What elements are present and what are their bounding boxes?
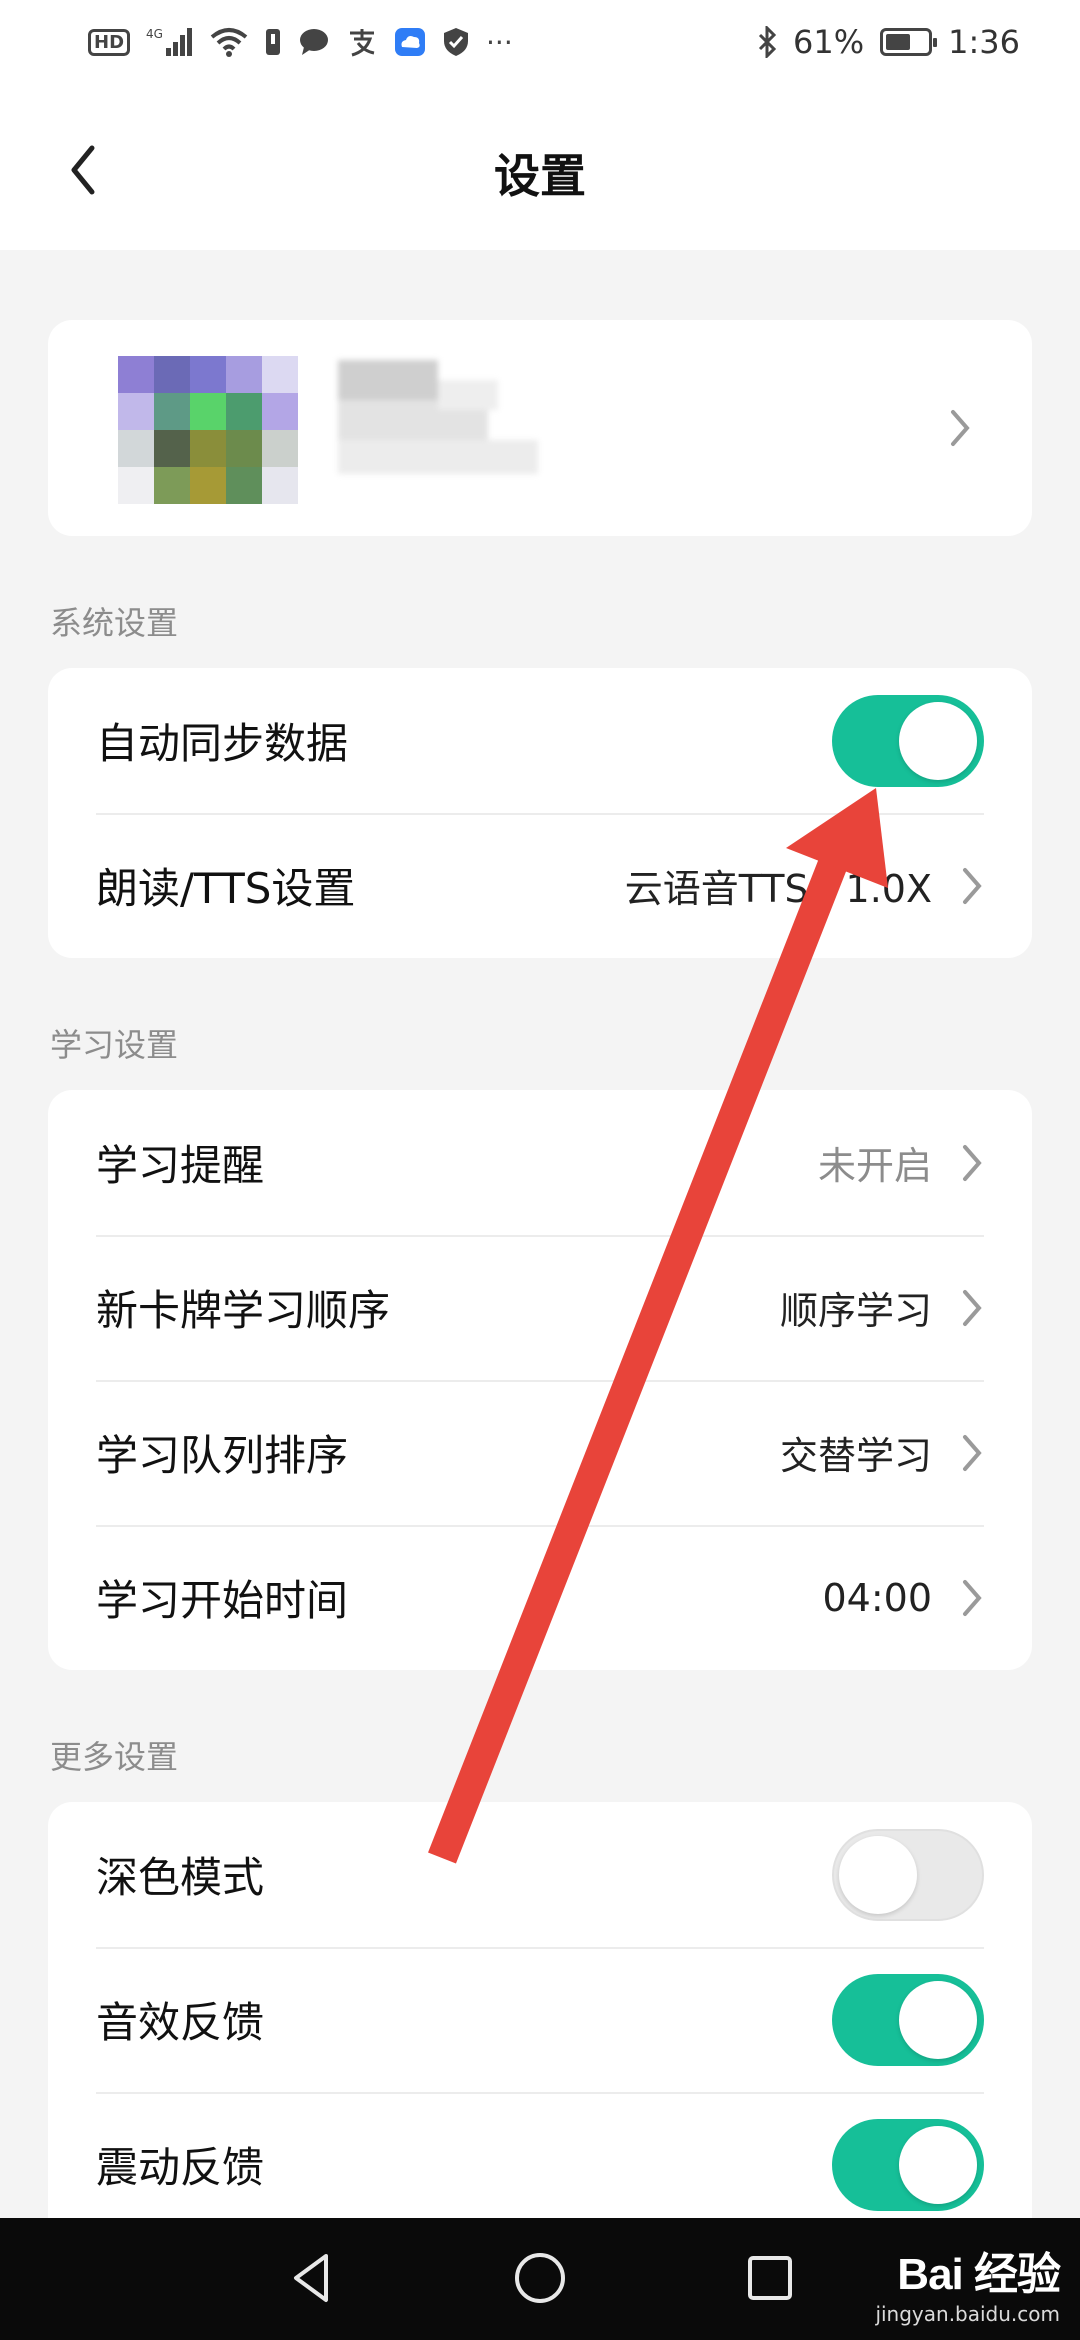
chevron-right-icon: [963, 1434, 982, 1471]
section-label-study: 学习设置: [50, 1026, 179, 1064]
auto-sync-row[interactable]: 自动同步数据: [48, 668, 1032, 813]
section-label-more: 更多设置: [50, 1738, 179, 1776]
toggle-knob: [899, 2125, 977, 2204]
sound-feedback-label: 音效反馈: [96, 1998, 265, 2047]
system-settings-card: 自动同步数据 朗读/TTS设置 云语音TTS / 1.0X: [48, 668, 1032, 958]
new-card-order-value: 顺序学习: [779, 1289, 932, 1333]
battery-icon: [880, 28, 938, 56]
vibration-feedback-row[interactable]: 震动反馈: [48, 2092, 1032, 2218]
avatar-image: [118, 356, 298, 504]
auto-sync-label: 自动同步数据: [96, 719, 349, 768]
wifi-icon: [210, 27, 248, 57]
status-bar: HD 4G ··· 61% 1:36: [0, 0, 1080, 84]
watermark-main: Bai 经验: [897, 2250, 1061, 2299]
sound-feedback-toggle[interactable]: [832, 1973, 984, 2066]
queue-sort-value: 交替学习: [779, 1434, 932, 1478]
toggle-knob: [839, 1835, 917, 1914]
chevron-right-icon: [963, 1144, 982, 1181]
vibration-feedback-label: 震动反馈: [96, 2143, 265, 2192]
signal-4g-icon: 4G: [146, 26, 194, 58]
sound-feedback-row[interactable]: 音效反馈: [48, 1947, 1032, 2092]
tts-settings-label: 朗读/TTS设置: [96, 864, 356, 913]
nav-home-button[interactable]: [510, 2248, 570, 2308]
system-navigation-bar: Bai 经验 jingyan.baidu.com: [0, 2218, 1080, 2340]
more-settings-card: 深色模式 音效反馈 震动反馈: [48, 1802, 1032, 2218]
clock: 1:36: [948, 23, 1020, 61]
status-bar-left: HD 4G ···: [88, 26, 513, 59]
page-title: 设置: [494, 149, 586, 203]
dark-mode-toggle[interactable]: [832, 1828, 984, 1921]
watermark-sub: jingyan.baidu.com: [875, 2302, 1060, 2326]
cloud-icon: [394, 27, 426, 57]
new-card-order-label: 新卡牌学习顺序: [96, 1286, 391, 1335]
study-settings-card: 学习提醒 未开启 新卡牌学习顺序 顺序学习 学习队列排序 交替学习 学习开始时间…: [48, 1090, 1032, 1670]
dark-mode-label: 深色模式: [96, 1853, 265, 1902]
shield-icon: [442, 27, 470, 57]
study-reminder-value: 未开启: [817, 1144, 932, 1188]
study-reminder-row[interactable]: 学习提醒 未开启: [48, 1090, 1032, 1235]
toggle-knob: [899, 1980, 977, 2059]
top-bar: 设置: [0, 84, 1080, 250]
vibration-feedback-toggle[interactable]: [832, 2118, 984, 2211]
baidu-jingyan-watermark: Bai 经验 jingyan.baidu.com: [875, 2238, 1061, 2326]
nav-back-button[interactable]: [282, 2248, 342, 2308]
dark-mode-row[interactable]: 深色模式: [48, 1802, 1032, 1947]
start-time-value: 04:00: [822, 1575, 932, 1620]
profile-card[interactable]: [48, 320, 1032, 536]
chevron-right-icon: [963, 1289, 982, 1326]
new-card-order-row[interactable]: 新卡牌学习顺序 顺序学习: [48, 1235, 1032, 1380]
chevron-right-icon: [963, 1579, 982, 1616]
bluetooth-icon: [757, 26, 777, 58]
battery-percent: 61%: [793, 23, 865, 61]
tts-settings-row[interactable]: 朗读/TTS设置 云语音TTS / 1.0X: [48, 813, 1032, 958]
queue-sort-row[interactable]: 学习队列排序 交替学习: [48, 1380, 1032, 1525]
tts-settings-value: 云语音TTS / 1.0X: [624, 867, 932, 911]
alipay-icon: [346, 27, 378, 57]
chevron-right-icon: [951, 410, 970, 446]
chevron-right-icon: [963, 867, 982, 904]
queue-sort-label: 学习队列排序: [96, 1431, 349, 1480]
toggle-knob: [899, 701, 977, 780]
sim-icon: [264, 27, 282, 57]
status-bar-right: 61% 1:36: [757, 23, 1020, 61]
study-reminder-label: 学习提醒: [96, 1141, 265, 1190]
nav-recents-button[interactable]: [740, 2248, 800, 2308]
auto-sync-toggle[interactable]: [832, 694, 984, 787]
start-time-row[interactable]: 学习开始时间 04:00: [48, 1525, 1032, 1670]
hd-icon: HD: [88, 28, 131, 56]
more-icon: ···: [486, 25, 513, 59]
username-blurred: [328, 360, 548, 480]
chat-icon: [298, 27, 330, 57]
start-time-label: 学习开始时间: [96, 1576, 349, 1625]
section-label-system: 系统设置: [50, 604, 179, 642]
avatar: [70, 356, 300, 506]
svg-text:4G: 4G: [146, 27, 163, 41]
